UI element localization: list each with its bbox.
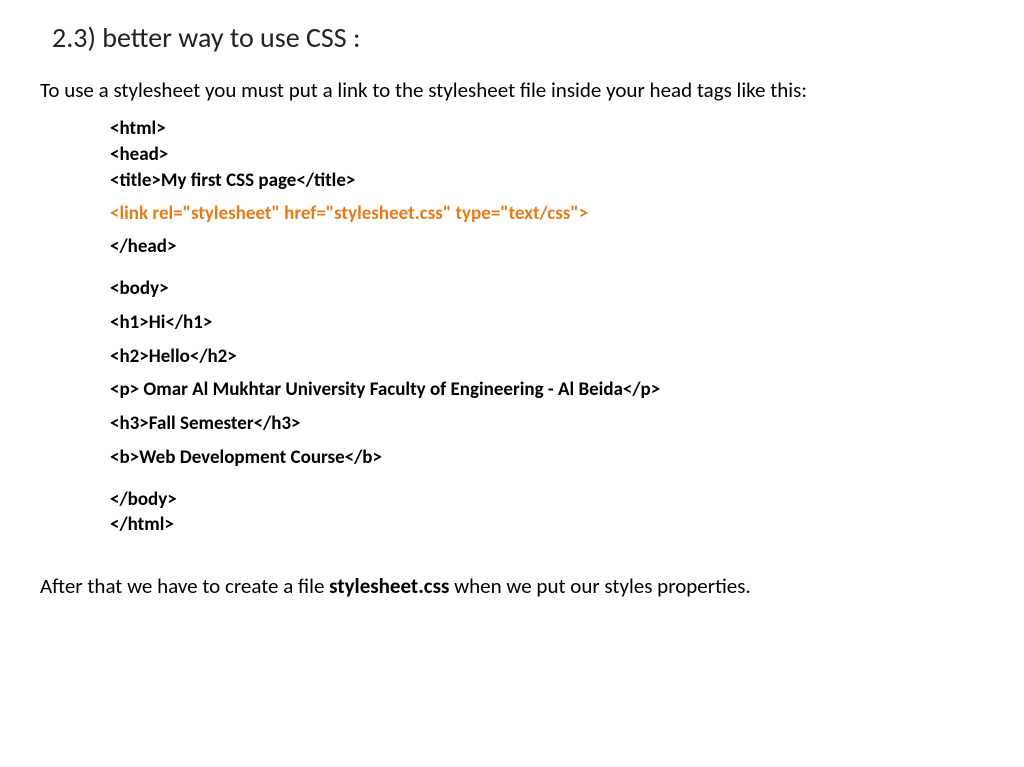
outro-pre: After that we have to create a file	[40, 573, 329, 599]
code-line: <p> Omar Al Mukhtar University Faculty o…	[110, 378, 984, 402]
code-line: <head>	[110, 143, 984, 167]
section-heading: 2.3) better way to use CSS :	[52, 20, 984, 55]
code-line: <h3>Fall Semester</h3>	[110, 412, 984, 436]
code-line: </body>	[110, 488, 984, 512]
code-line: <b>Web Development Course</b>	[110, 446, 984, 470]
outro-text: After that we have to create a file styl…	[40, 573, 984, 599]
code-line: </html>	[110, 513, 984, 537]
code-example: <html> <head> <title>My first CSS page</…	[110, 117, 984, 537]
outro-bold: stylesheet.css	[329, 573, 449, 599]
intro-text: To use a stylesheet you must put a link …	[40, 77, 984, 103]
code-line: <h2>Hello</h2>	[110, 345, 984, 369]
code-line: <html>	[110, 117, 984, 141]
code-line: <h1>Hi</h1>	[110, 311, 984, 335]
code-line: <title>My first CSS page</title>	[110, 169, 984, 193]
outro-post: when we put our styles properties.	[449, 573, 750, 599]
code-highlight-line: <link rel="stylesheet" href="stylesheet.…	[110, 202, 984, 225]
code-line: <body>	[110, 277, 984, 301]
code-line: </head>	[110, 235, 984, 259]
